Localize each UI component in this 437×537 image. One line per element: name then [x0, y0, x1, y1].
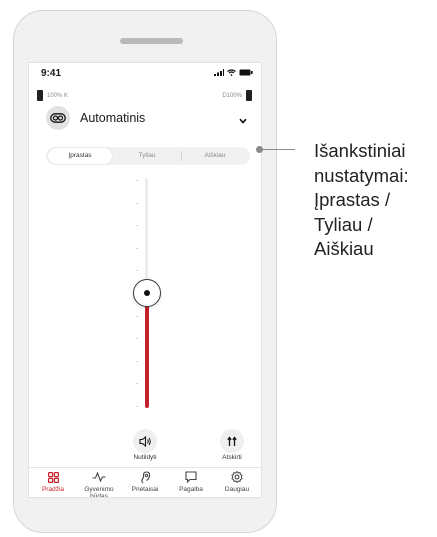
- preset-quieter[interactable]: Tyliau: [114, 148, 180, 164]
- nav-devices[interactable]: Prietaisai: [122, 470, 168, 493]
- split-label: Atskirti: [222, 454, 242, 461]
- program-selector[interactable]: Automatinis: [46, 106, 145, 130]
- activity-icon: [92, 472, 106, 482]
- nav-help[interactable]: Pagalba: [168, 470, 214, 493]
- right-battery-icon: [246, 90, 252, 101]
- nav-home[interactable]: Pradžia: [30, 470, 76, 493]
- mute-label: Nutildyti: [133, 454, 157, 461]
- volume-tick: [136, 338, 138, 340]
- nav-lifestyle[interactable]: Gyvenimo būdas: [76, 470, 122, 498]
- right-battery: D100%: [222, 90, 252, 101]
- volume-tick: [136, 180, 138, 181]
- volume-tick: [136, 406, 138, 407]
- home-grid-icon: [47, 471, 59, 483]
- preset-selector[interactable]: Įprastas Tyliau Aiškiau: [46, 147, 250, 165]
- preset-regular[interactable]: Įprastas: [48, 148, 112, 164]
- annotation-line-4: Tyliau /: [314, 213, 373, 235]
- left-battery: 100% K: [37, 90, 68, 101]
- status-time: 9:41: [41, 68, 62, 79]
- nav-devices-label: Prietaisai: [131, 486, 159, 493]
- app-screen: 9:41 100% K D100% Automatinis Įprastas T…: [28, 62, 262, 498]
- volume-tick: [136, 247, 138, 249]
- phone-speaker: [120, 38, 183, 44]
- callout-dot: [256, 146, 263, 153]
- annotation-line-1: Išankstiniai: [314, 140, 406, 161]
- program-name: Automatinis: [80, 111, 146, 125]
- status-icons: [214, 69, 253, 76]
- split-button[interactable]: [220, 429, 244, 453]
- annotation-line-3: Įprastas /: [314, 189, 391, 210]
- program-icon: [46, 106, 70, 130]
- annotation-line-5: Aiškiau: [314, 238, 374, 259]
- volume-slider-thumb[interactable]: [133, 279, 161, 307]
- volume-tick: [136, 225, 138, 227]
- volume-tick: [136, 315, 138, 317]
- chat-icon: [185, 471, 197, 483]
- nav-help-label: Pagalba: [179, 486, 203, 493]
- nav-divider: [29, 467, 261, 468]
- volume-tick: [136, 383, 138, 385]
- volume-tick: [136, 360, 138, 362]
- mute-button[interactable]: [133, 429, 157, 453]
- preset-annotation: Išankstiniai nustatymai: Įprastas / Tyli…: [314, 139, 437, 262]
- split-arrows-icon: [227, 435, 237, 446]
- volume-tick: [136, 270, 138, 272]
- annotation-line-2: nustatymai:: [314, 164, 409, 186]
- slider-thumb-dot: [144, 290, 150, 296]
- volume-slider-fill: [145, 293, 149, 408]
- chevron-down-icon[interactable]: [239, 116, 247, 126]
- nav-home-label: Pradžia: [41, 486, 65, 493]
- left-battery-label: 100% K: [47, 92, 69, 99]
- hearing-aid-icon: [140, 470, 150, 483]
- settings-icon: [231, 471, 243, 483]
- nav-lifestyle-label: Gyvenimo būdas: [84, 486, 114, 498]
- volume-tick: [136, 202, 138, 204]
- battery-status-icon: [239, 69, 253, 76]
- wifi-icon: [227, 69, 236, 76]
- callout-line: [263, 149, 295, 150]
- preset-clearer[interactable]: Aiškiau: [182, 148, 248, 164]
- nav-more[interactable]: Daugiau: [214, 470, 260, 493]
- signal-icon: [214, 69, 224, 76]
- nav-more-label: Daugiau: [224, 486, 250, 493]
- right-battery-label: D100%: [222, 92, 242, 99]
- speaker-mute-icon: [138, 435, 151, 447]
- left-battery-icon: [37, 90, 43, 101]
